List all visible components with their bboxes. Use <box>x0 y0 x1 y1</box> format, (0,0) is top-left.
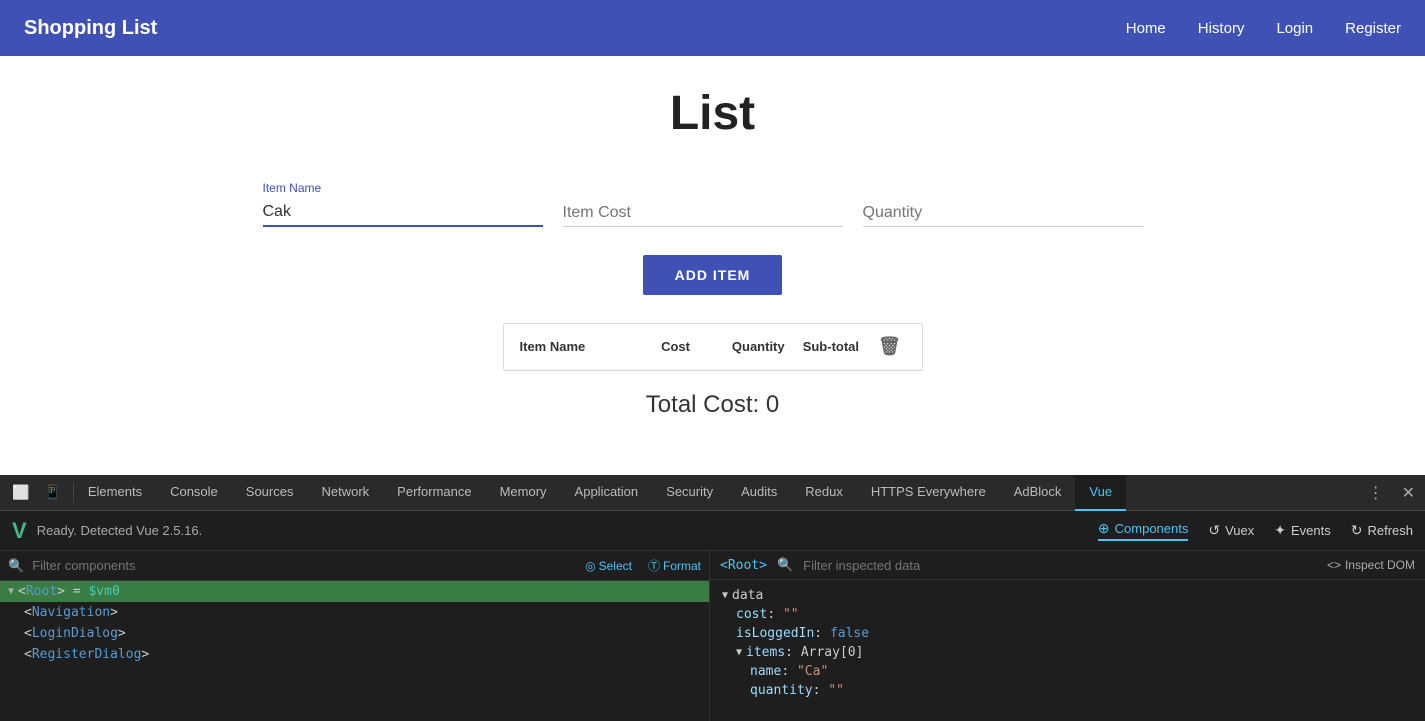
tab-elements[interactable]: Elements <box>74 475 156 511</box>
devtools-tabs: Elements Console Sources Network Perform… <box>74 475 1360 511</box>
col-header-cost: Cost <box>661 339 732 354</box>
filter-components-input[interactable] <box>32 558 577 573</box>
tab-application[interactable]: Application <box>561 475 653 511</box>
tab-security[interactable]: Security <box>652 475 727 511</box>
data-items-row: ▼ items : Array[0] <box>722 643 1413 662</box>
delete-all-column: 🗑 <box>873 336 905 357</box>
add-item-button[interactable]: ADD ITEM <box>643 255 783 295</box>
item-cost-field-group <box>563 200 843 227</box>
tab-https-everywhere[interactable]: HTTPS Everywhere <box>857 475 1000 511</box>
refresh-label: Refresh <box>1367 523 1413 538</box>
vue-refresh-btn[interactable]: ↻ Refresh <box>1351 522 1413 539</box>
vue-tree: ▼ <Root> = $vm0 <Navigation> <LoginDialo… <box>0 581 709 721</box>
vue-events-btn[interactable]: ✦ Events <box>1274 522 1330 539</box>
col-header-name: Item Name <box>520 339 662 354</box>
inspect-dom-icon: <> <box>1327 558 1341 572</box>
delete-all-icon[interactable]: 🗑 <box>878 336 901 357</box>
table-header: Item Name Cost Quantity Sub-total 🗑 <box>504 324 922 370</box>
vue-data-pane: <Root> 🔍 <> Inspect DOM ▼ data cost : "" <box>710 551 1425 721</box>
devtools-toolbar: ⬜ 📱 Elements Console Sources Network Per… <box>0 475 1425 511</box>
inspect-element-icon[interactable]: ⬜ <box>8 482 33 503</box>
events-icon: ✦ <box>1274 522 1286 539</box>
devtools-more-icon[interactable]: ⋮ <box>1360 483 1392 503</box>
vue-panel-body: 🔍 ◎ Select Ⓣ Format ▼ <Root> = $vm0 <box>0 551 1425 721</box>
devtools-close-icon[interactable]: ✕ <box>1392 483 1425 503</box>
select-icon: ◎ <box>585 559 595 573</box>
nav-home[interactable]: Home <box>1126 20 1166 37</box>
nav-links: Home History Login Register <box>1126 20 1401 37</box>
format-icon: Ⓣ <box>648 557 660 574</box>
root-tag-label: <Root> <box>720 558 767 573</box>
top-navigation: Shopping List Home History Login Registe… <box>0 0 1425 56</box>
tab-vue[interactable]: Vue <box>1075 475 1126 511</box>
vue-component-tree-pane: 🔍 ◎ Select Ⓣ Format ▼ <Root> = $vm0 <box>0 551 710 721</box>
format-btn[interactable]: Ⓣ Format <box>648 557 701 574</box>
events-label: Events <box>1291 523 1331 538</box>
add-item-form: Item Name <box>263 181 1163 227</box>
item-name-field-group: Item Name <box>263 181 543 227</box>
tab-memory[interactable]: Memory <box>486 475 561 511</box>
nav-history[interactable]: History <box>1198 20 1245 37</box>
devtools-panel: ⬜ 📱 Elements Console Sources Network Per… <box>0 475 1425 721</box>
vuex-icon: ↺ <box>1208 522 1220 539</box>
device-mode-icon[interactable]: 📱 <box>39 482 64 503</box>
nav-register[interactable]: Register <box>1345 20 1401 37</box>
quantity-input[interactable] <box>863 200 1143 227</box>
total-cost: Total Cost: 0 <box>646 391 779 419</box>
data-label-row: ▼ data <box>722 586 1413 605</box>
vue-actions: ⊕ Components ↺ Vuex ✦ Events ↻ Refresh <box>1098 520 1413 541</box>
format-label: Format <box>663 559 701 573</box>
item-name-label: Item Name <box>263 181 543 195</box>
refresh-icon: ↻ <box>1351 522 1363 539</box>
tab-redux[interactable]: Redux <box>791 475 857 511</box>
vue-vuex-btn[interactable]: ↺ Vuex <box>1208 522 1254 539</box>
quantity-field-group <box>863 200 1143 227</box>
data-name-row: name : "Ca" <box>722 662 1413 681</box>
devtools-icon-buttons: ⬜ 📱 <box>0 482 74 503</box>
main-content: List Item Name ADD ITEM Item Name Cost Q… <box>0 56 1425 475</box>
tab-network[interactable]: Network <box>307 475 383 511</box>
tab-adblock[interactable]: AdBlock <box>1000 475 1076 511</box>
vue-components-btn[interactable]: ⊕ Components <box>1098 520 1188 541</box>
tab-audits[interactable]: Audits <box>727 475 791 511</box>
select-btn[interactable]: ◎ Select <box>585 559 632 573</box>
vue-right-header: <Root> 🔍 <> Inspect DOM <box>710 551 1425 580</box>
inspect-dom-btn[interactable]: <> Inspect DOM <box>1327 558 1415 572</box>
tree-row-login-dialog[interactable]: <LoginDialog> <box>0 623 709 644</box>
vue-data-tree: ▼ data cost : "" isLoggedIn : false ▼ it… <box>710 580 1425 721</box>
data-isloggedin-row: isLoggedIn : false <box>722 624 1413 643</box>
tab-sources[interactable]: Sources <box>232 475 308 511</box>
data-cost-row: cost : "" <box>722 605 1413 624</box>
col-header-quantity: Quantity <box>732 339 803 354</box>
select-label: Select <box>599 559 632 573</box>
page-title: List <box>670 86 755 141</box>
triangle-icon-root: ▼ <box>8 586 14 597</box>
nav-login[interactable]: Login <box>1276 20 1313 37</box>
data-quantity-row: quantity : "" <box>722 681 1413 700</box>
item-cost-input[interactable] <box>563 200 843 227</box>
brand-logo: Shopping List <box>24 17 1126 40</box>
tree-row-navigation[interactable]: <Navigation> <box>0 602 709 623</box>
inspect-dom-label: Inspect DOM <box>1345 558 1415 572</box>
tree-row-root[interactable]: ▼ <Root> = $vm0 <box>0 581 709 602</box>
tab-console[interactable]: Console <box>156 475 232 511</box>
tree-row-register-dialog[interactable]: <RegisterDialog> <box>0 644 709 665</box>
vuex-label: Vuex <box>1225 523 1254 538</box>
search-icon: 🔍 <box>8 558 24 574</box>
vue-logo: V <box>12 518 27 544</box>
item-name-input[interactable] <box>263 199 543 227</box>
components-label: Components <box>1115 521 1189 536</box>
tab-performance[interactable]: Performance <box>383 475 485 511</box>
filter-data-search-icon: 🔍 <box>777 557 793 573</box>
components-icon: ⊕ <box>1098 520 1110 537</box>
vue-panel-header: V Ready. Detected Vue 2.5.16. ⊕ Componen… <box>0 511 1425 551</box>
filter-data-input[interactable] <box>803 558 1317 573</box>
col-header-subtotal: Sub-total <box>803 339 874 354</box>
vue-filter-bar: 🔍 ◎ Select Ⓣ Format <box>0 551 709 581</box>
vue-status: Ready. Detected Vue 2.5.16. <box>37 523 1098 538</box>
items-table: Item Name Cost Quantity Sub-total 🗑 <box>503 323 923 371</box>
